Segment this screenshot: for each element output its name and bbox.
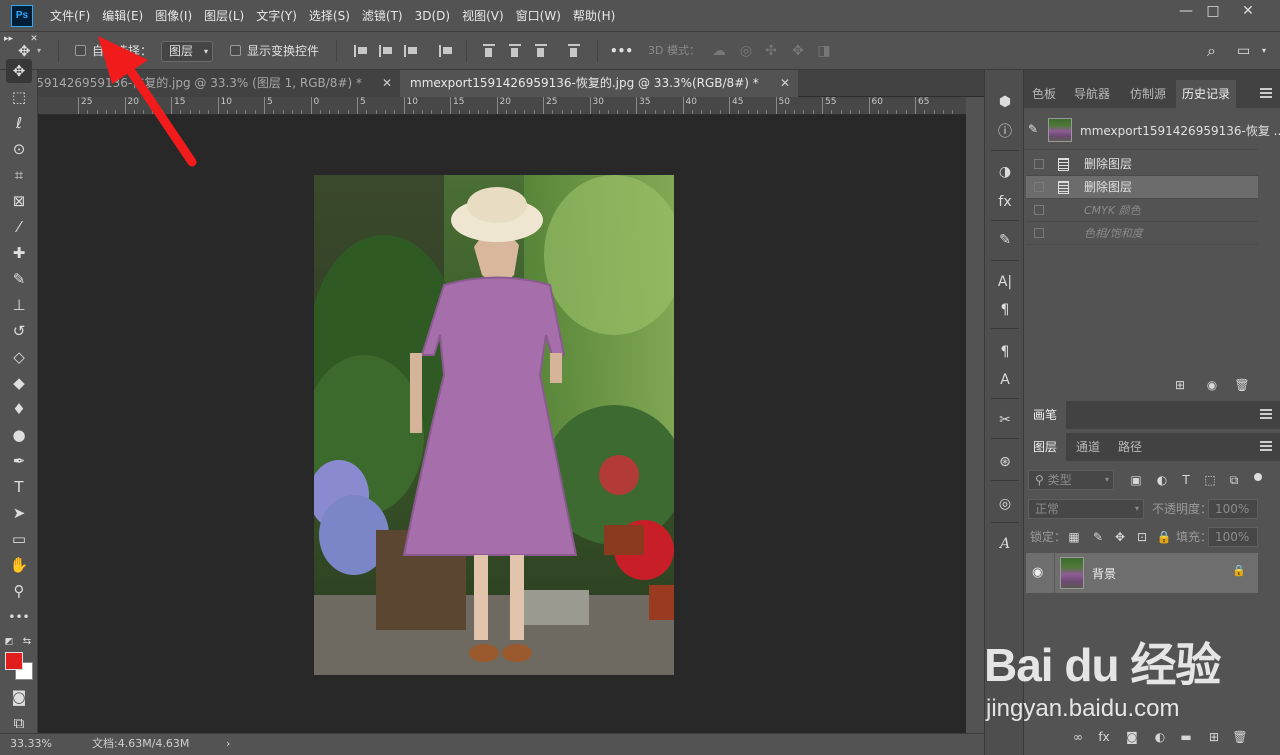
red-arrow-icon [98,36,197,167]
watermark-brand: Bai du 经验 [984,639,1221,691]
watermark-url: jingyan.baidu.com [986,695,1180,722]
watermark: Bai du 经验 jingyan.baidu.com [984,615,1274,727]
foreground-color-swatch[interactable] [5,652,23,670]
